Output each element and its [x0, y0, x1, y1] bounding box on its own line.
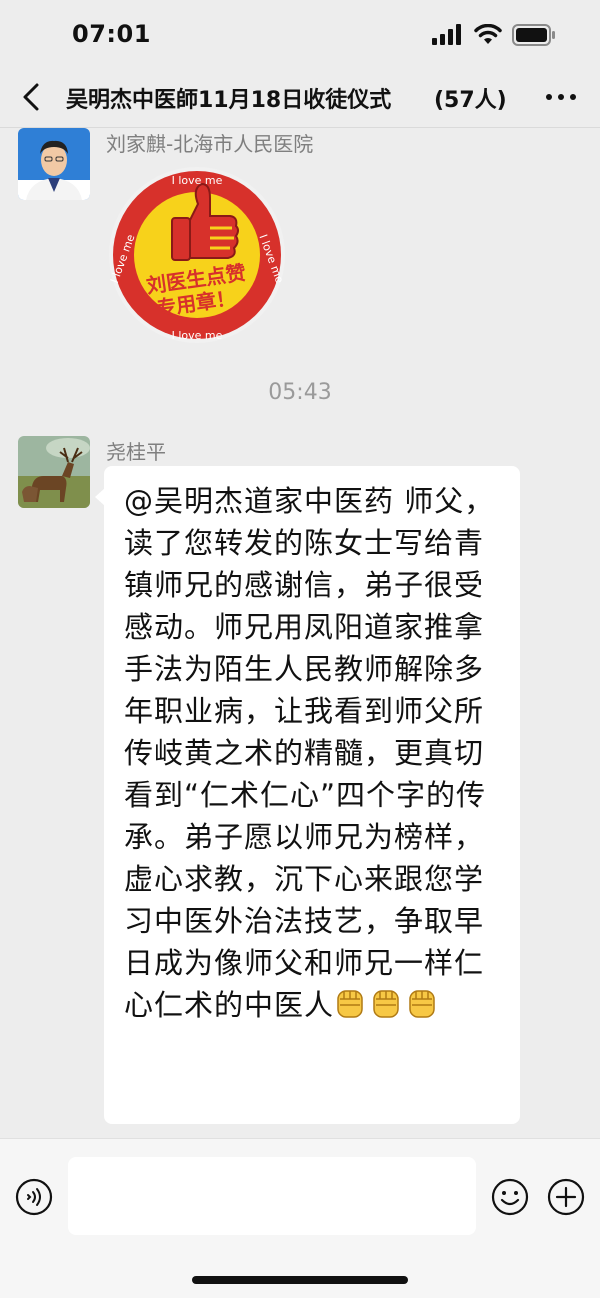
emoji-icon[interactable]	[490, 1177, 530, 1217]
sender-name: 刘家麒-北海市人民医院	[106, 132, 314, 156]
timestamp: 05:43	[268, 380, 332, 405]
status-bar: 07:01	[0, 0, 600, 66]
raised-fist-emoji-icon	[373, 990, 399, 1018]
voice-input-icon[interactable]	[14, 1177, 54, 1217]
battery-icon	[512, 24, 555, 46]
input-bar	[0, 1138, 600, 1298]
message-input[interactable]	[68, 1157, 476, 1235]
chat-title: 吴明杰中医師11月18日收徒仪式	[66, 88, 392, 113]
sticker-image[interactable]: I love me I love me I love me I love me …	[106, 164, 288, 346]
chat-header: 吴明杰中医師11月18日收徒仪式 (57人)	[0, 66, 600, 128]
more-options-icon[interactable]	[546, 94, 576, 100]
wifi-icon	[474, 24, 502, 44]
add-plus-icon[interactable]	[546, 1177, 586, 1217]
home-indicator	[192, 1276, 408, 1284]
raised-fist-emoji-icon	[337, 990, 363, 1018]
member-count: (57人)	[432, 82, 507, 114]
sticker-ring-text-bottom: I love me	[172, 329, 223, 342]
message-bubble[interactable]: @吴明杰道家中医药 师父，读了您转发的陈女士写给青镇师兄的感谢信，弟子很受感动。…	[95, 466, 520, 1124]
chat-message-list: 刘家麒-北海市人民医院 I love me I love me I love m…	[0, 128, 600, 1138]
sender-name: 尧桂平	[106, 440, 166, 464]
back-arrow-icon[interactable]	[18, 82, 48, 112]
status-icons	[432, 24, 556, 46]
signal-icon	[432, 24, 461, 45]
avatar[interactable]	[18, 128, 90, 200]
message-text: @吴明杰道家中医药 师父，读了您转发的陈女士写给青镇师兄的感谢信，弟子很受感动。…	[124, 484, 495, 1022]
avatar[interactable]	[18, 436, 90, 508]
sticker-ring-text-top: I love me	[172, 174, 223, 187]
raised-fist-emoji-icon	[409, 990, 435, 1018]
status-time: 07:01	[72, 20, 151, 48]
